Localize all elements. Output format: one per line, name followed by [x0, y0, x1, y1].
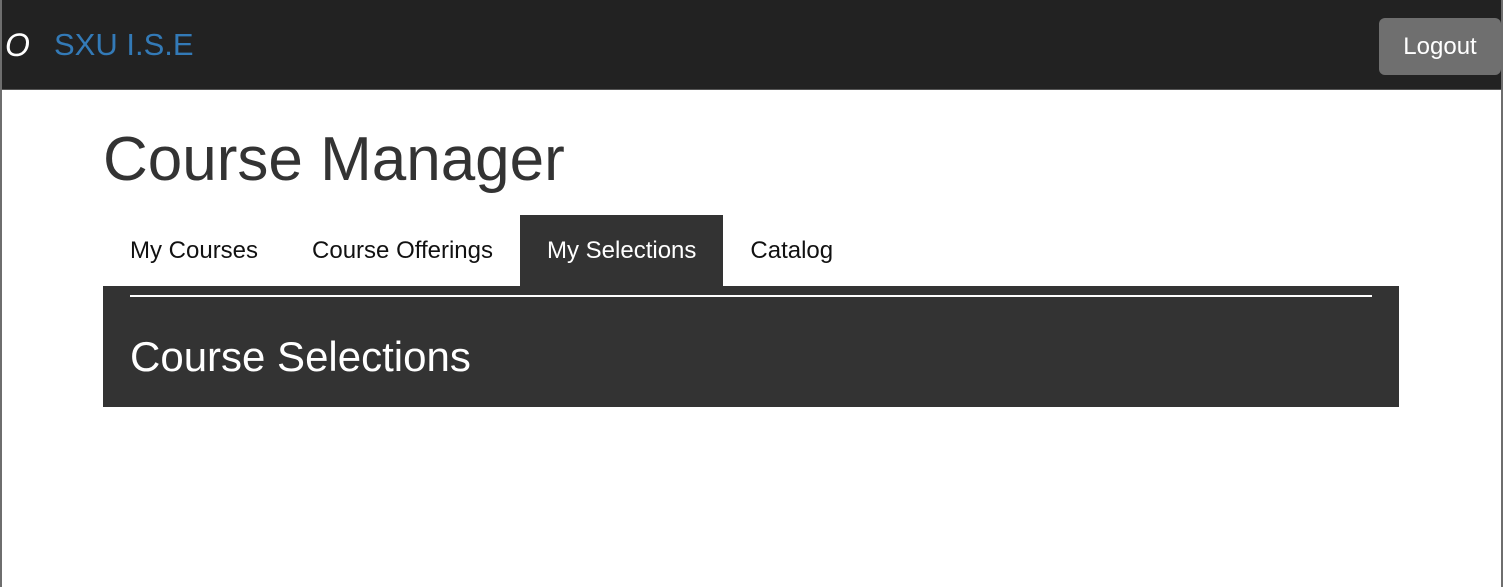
logout-button[interactable]: Logout: [1379, 18, 1501, 75]
tab-my-courses[interactable]: My Courses: [103, 215, 285, 286]
top-navbar: O SXU I.S.E Logout: [2, 0, 1501, 90]
panel-divider: [130, 295, 1372, 297]
tab-my-selections[interactable]: My Selections: [520, 215, 724, 286]
tab-bar: My Courses Course Offerings My Selection…: [103, 215, 860, 286]
brand-link[interactable]: SXU I.S.E: [54, 27, 194, 63]
panel-heading: Course Selections: [130, 333, 471, 380]
selections-panel: Course Selections: [103, 286, 1399, 407]
page-title: Course Manager: [103, 125, 565, 194]
tab-course-offerings[interactable]: Course Offerings: [285, 215, 520, 286]
logo-icon: O: [5, 27, 30, 63]
tab-catalog[interactable]: Catalog: [723, 215, 860, 286]
